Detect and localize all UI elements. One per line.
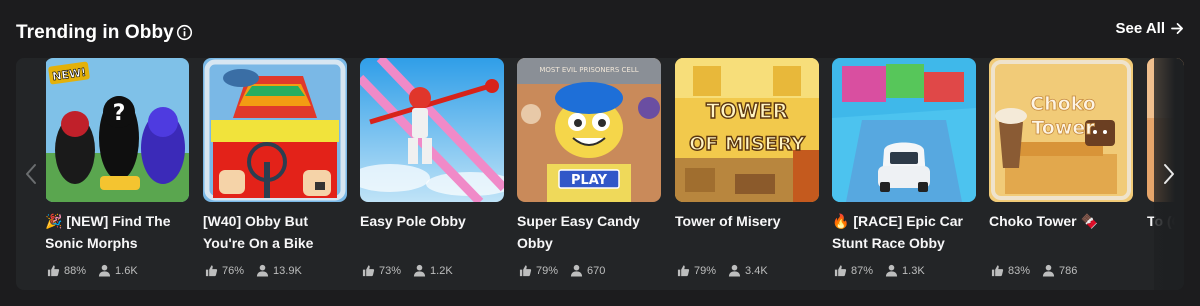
chevron-right-icon — [1164, 164, 1174, 184]
see-all-label: See All — [1115, 20, 1165, 37]
game-stats: 79% 3.4K — [677, 264, 780, 277]
game-stats: 87% 1.3K — [834, 264, 937, 277]
players-value: 3.4K — [745, 264, 768, 277]
players-value: 1.6K — [115, 264, 138, 277]
players-value: 670 — [587, 264, 606, 277]
game-stats: 83% 786 — [991, 264, 1089, 277]
thumbs-up-icon — [362, 265, 375, 277]
players-stat: 3.4K — [728, 264, 768, 277]
section-header: Trending in Obby See All — [16, 18, 1184, 48]
info-circle-icon[interactable] — [176, 24, 193, 41]
game-thumbnail[interactable]: ? NEW! — [45, 58, 189, 202]
game-title[interactable]: 🔥 [RACE] Epic Car Stunt Race Obby — [832, 210, 982, 254]
game-tile[interactable]: 🔥 [RACE] Epic Car Stunt Race Obby 87% 1.… — [832, 58, 976, 290]
rating-stat: 88% — [47, 264, 86, 277]
game-tile[interactable]: MOST EVIL PRISONERS CELL PLAY Super Easy… — [517, 58, 661, 290]
thumbs-up-icon — [47, 265, 60, 277]
svg-text:TOWER: TOWER — [706, 99, 788, 123]
rating-value: 79% — [536, 264, 559, 277]
players-value: 1.3K — [902, 264, 925, 277]
person-icon — [885, 264, 898, 277]
person-icon — [256, 264, 269, 277]
person-icon — [728, 264, 741, 277]
players-stat: 1.3K — [885, 264, 925, 277]
see-all-link[interactable]: See All — [1116, 20, 1184, 37]
svg-text:Choko: Choko — [1030, 93, 1096, 115]
svg-text:Tower: Tower — [1031, 117, 1095, 139]
players-stat: 1.6K — [98, 264, 138, 277]
rating-value: 73% — [379, 264, 402, 277]
svg-text:?: ? — [113, 101, 126, 126]
game-carousel: ? NEW! 🎉 [NEW] Find The Sonic Morphs 88%… — [16, 58, 1184, 290]
players-stat: 786 — [1042, 264, 1077, 277]
game-tile[interactable]: TOWER OF MISERY Tower of Misery 79% 3.4K — [675, 58, 819, 290]
rating-stat: 83% — [991, 264, 1030, 277]
carousel-next-button[interactable] — [1154, 58, 1184, 290]
game-title[interactable]: 🎉 [NEW] Find The Sonic Morphs — [45, 210, 195, 254]
person-icon — [1042, 264, 1055, 277]
rating-value: 83% — [1008, 264, 1031, 277]
rating-stat: 79% — [519, 264, 558, 277]
players-stat: 1.2K — [413, 264, 453, 277]
game-tile[interactable]: [W40] Obby But You're On a Bike 76% 13.9… — [203, 58, 347, 290]
players-value: 13.9K — [273, 264, 302, 277]
game-stats: 79% 670 — [519, 264, 617, 277]
rating-value: 87% — [851, 264, 874, 277]
players-value: 786 — [1059, 264, 1078, 277]
game-tile[interactable]: ? NEW! 🎉 [NEW] Find The Sonic Morphs 88%… — [45, 58, 189, 290]
game-title[interactable]: [W40] Obby But You're On a Bike — [203, 210, 353, 254]
chevron-left-icon — [26, 164, 36, 184]
rating-stat: 79% — [677, 264, 716, 277]
arrow-right-icon — [1171, 23, 1183, 34]
rating-value: 79% — [694, 264, 717, 277]
rating-stat: 76% — [205, 264, 244, 277]
players-value: 1.2K — [430, 264, 453, 277]
game-thumbnail[interactable] — [360, 58, 504, 202]
game-thumbnail[interactable] — [203, 58, 347, 202]
svg-text:OF MISERY: OF MISERY — [689, 133, 805, 155]
thumbnail-caption: MOST EVIL PRISONERS CELL — [539, 66, 638, 74]
game-thumbnail[interactable]: MOST EVIL PRISONERS CELL PLAY — [517, 58, 661, 202]
game-title[interactable]: Tower of Misery — [675, 210, 825, 232]
thumbs-up-icon — [519, 265, 532, 277]
person-icon — [570, 264, 583, 277]
thumbs-up-icon — [991, 265, 1004, 277]
person-icon — [413, 264, 426, 277]
game-stats: 73% 1.2K — [362, 264, 465, 277]
rating-stat: 87% — [834, 264, 873, 277]
rating-stat: 73% — [362, 264, 401, 277]
thumbs-up-icon — [677, 265, 690, 277]
game-thumbnail[interactable]: TOWER OF MISERY — [675, 58, 819, 202]
section-title: Trending in Obby — [16, 22, 174, 43]
game-title[interactable]: Choko Tower 🍫 — [989, 210, 1139, 232]
game-stats: 76% 13.9K — [205, 264, 314, 277]
rating-value: 88% — [64, 264, 87, 277]
game-title[interactable]: Easy Pole Obby — [360, 210, 510, 232]
carousel-prev-button[interactable] — [16, 58, 46, 290]
thumbnail-play-label: PLAY — [571, 173, 608, 188]
game-thumbnail[interactable] — [832, 58, 976, 202]
game-title[interactable]: Super Easy Candy Obby — [517, 210, 667, 254]
game-tile[interactable]: Choko Tower Choko Tower 🍫 83% 786 — [989, 58, 1133, 290]
thumbs-up-icon — [834, 265, 847, 277]
players-stat: 13.9K — [256, 264, 302, 277]
rating-value: 76% — [222, 264, 245, 277]
players-stat: 670 — [570, 264, 605, 277]
game-stats: 88% 1.6K — [47, 264, 150, 277]
game-tile[interactable]: Easy Pole Obby 73% 1.2K — [360, 58, 504, 290]
game-thumbnail[interactable]: Choko Tower — [989, 58, 1133, 202]
person-icon — [98, 264, 111, 277]
thumbs-up-icon — [205, 265, 218, 277]
